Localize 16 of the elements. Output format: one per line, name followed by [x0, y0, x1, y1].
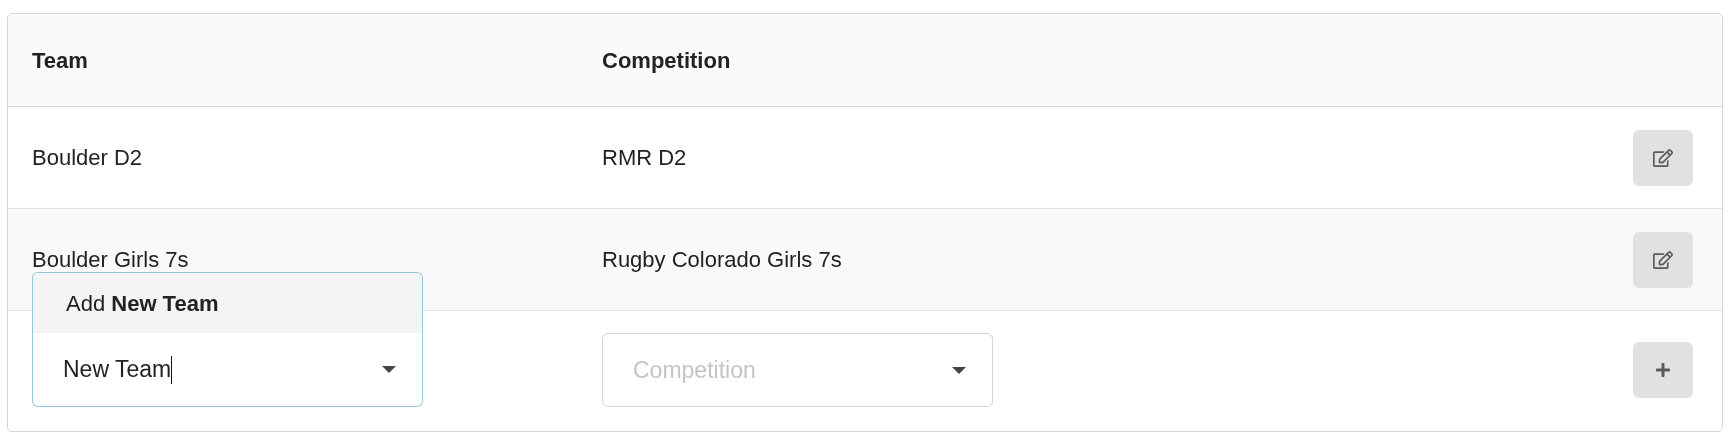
column-header: Team — [32, 47, 88, 73]
caret-icon — [952, 366, 966, 374]
table-cell: Rugby Colorado Girls 7s — [602, 247, 842, 272]
edit-icon — [1653, 249, 1673, 270]
menu-option[interactable]: Add New Team — [33, 273, 422, 333]
caret-icon — [382, 366, 396, 373]
team-combobox[interactable]: New Team — [32, 333, 423, 407]
table-cell: RMR D2 — [602, 145, 687, 170]
edit-button[interactable] — [1633, 231, 1693, 288]
table-cell: Boulder D2 — [32, 145, 143, 170]
plus-icon — [1655, 362, 1671, 378]
text-cursor — [171, 355, 173, 384]
edit-icon — [1653, 147, 1673, 168]
table-cell: Boulder Girls 7s — [32, 247, 189, 272]
edit-button[interactable] — [1633, 129, 1693, 186]
column-header: Competition — [602, 47, 731, 73]
